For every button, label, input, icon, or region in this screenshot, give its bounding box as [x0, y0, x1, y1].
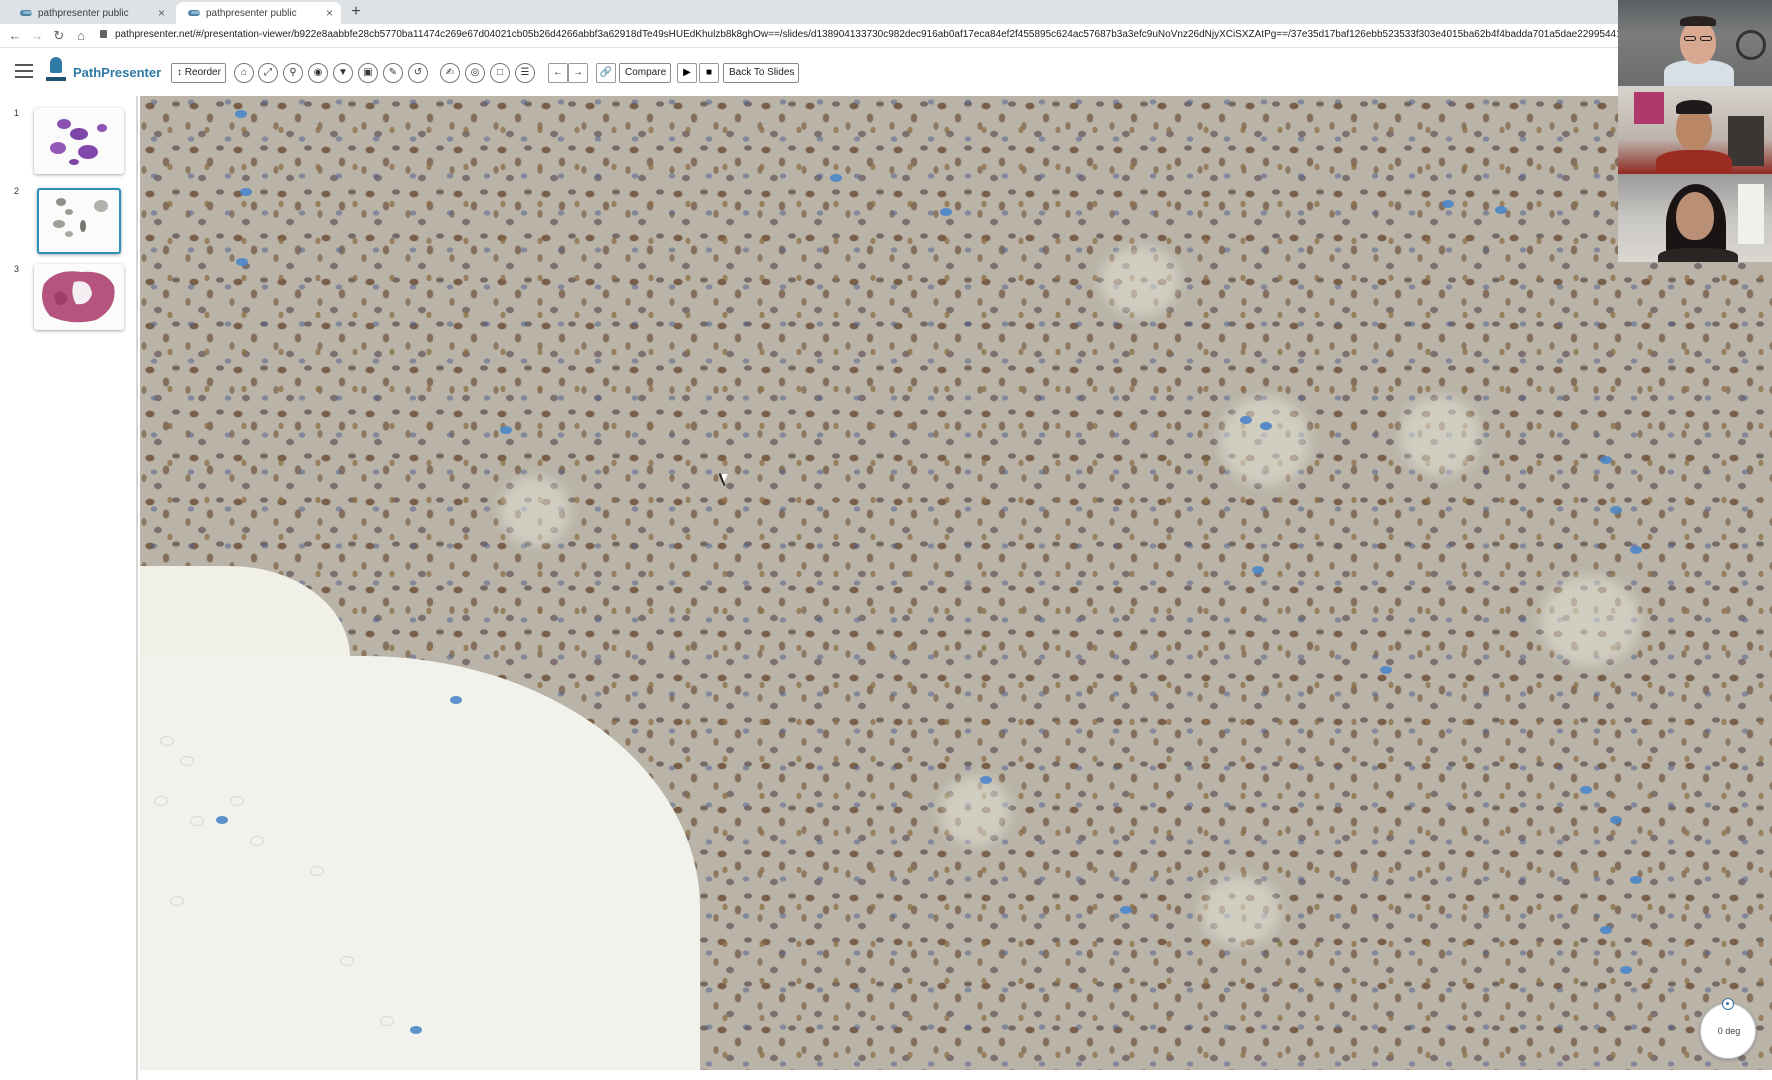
- close-tab-icon[interactable]: ×: [326, 6, 333, 20]
- video-icon[interactable]: ▶: [677, 63, 697, 83]
- monitor-icon[interactable]: ▣: [358, 63, 378, 83]
- stroma-region: [1200, 876, 1280, 946]
- address-bar: ← → ↻ ⌂ pathpresenter.net/#/presentation…: [0, 24, 1772, 48]
- reorder-label: Reorder: [184, 67, 221, 78]
- rotation-control[interactable]: 0 deg: [1700, 998, 1756, 1059]
- slide-number: 3: [14, 264, 20, 274]
- site-favicon-icon: [20, 10, 32, 16]
- stop-icon[interactable]: ■: [699, 63, 719, 83]
- stroma-region: [1220, 396, 1310, 486]
- slide-sidebar: 1 2 3: [0, 96, 138, 1080]
- slide-item-2[interactable]: 2: [0, 174, 138, 254]
- square-icon[interactable]: □: [490, 63, 510, 83]
- pathpresenter-logo-icon: [44, 57, 68, 87]
- slide-item-1[interactable]: 1: [0, 96, 138, 174]
- pen-icon[interactable]: ✎: [383, 63, 403, 83]
- home-icon[interactable]: ⌂: [234, 63, 254, 83]
- back-to-slides-button[interactable]: Back To Slides: [723, 63, 799, 83]
- new-tab-button[interactable]: +: [346, 2, 366, 22]
- fullscreen-icon[interactable]: ⤢: [258, 63, 278, 83]
- url-field[interactable]: pathpresenter.net/#/presentation-viewer/…: [100, 29, 1620, 40]
- list-icon[interactable]: ☰: [515, 63, 535, 83]
- video-tile-3: [1618, 174, 1772, 262]
- home-icon[interactable]: ⌂: [72, 27, 90, 45]
- annotate-icon[interactable]: ✍: [440, 63, 460, 83]
- rotation-label: 0 deg: [1717, 1026, 1741, 1036]
- compare-button[interactable]: Compare: [619, 63, 671, 83]
- stroma-region: [500, 476, 570, 546]
- video-tile-1: [1618, 0, 1772, 86]
- filter-icon[interactable]: ▼: [333, 63, 353, 83]
- tab-title: pathpresenter public: [38, 8, 129, 19]
- camera-icon[interactable]: ◉: [308, 63, 328, 83]
- reorder-button[interactable]: ↕ Reorder: [171, 63, 226, 83]
- slide-thumbnail-1[interactable]: [34, 108, 124, 174]
- stroma-region: [1400, 396, 1480, 476]
- stroma-region: [1100, 246, 1180, 316]
- slide-thumbnail-3[interactable]: [34, 264, 124, 330]
- slide-viewer[interactable]: [140, 96, 1772, 1070]
- slide-item-3[interactable]: 3: [0, 252, 138, 330]
- rotation-handle-icon[interactable]: [1722, 998, 1734, 1010]
- browser-tab-active[interactable]: pathpresenter public ×: [176, 2, 341, 24]
- stroma-region: [1540, 576, 1640, 666]
- slide-thumbnail-2[interactable]: [37, 188, 121, 254]
- zoom-icon[interactable]: ⚲: [283, 63, 303, 83]
- stroma-region: [940, 776, 1010, 846]
- menu-icon[interactable]: [15, 64, 33, 78]
- layers-icon[interactable]: ◎: [465, 63, 485, 83]
- tab-title: pathpresenter public: [206, 8, 297, 19]
- browser-tab-bar: pathpresenter public × pathpresenter pub…: [0, 0, 1772, 24]
- browser-tab[interactable]: pathpresenter public ×: [8, 2, 173, 24]
- lock-icon: [100, 30, 107, 38]
- close-tab-icon[interactable]: ×: [158, 6, 165, 20]
- app-toolbar: PathPresenter ↕ Reorder ⌂ ⤢ ⚲ ◉ ▼ ▣ ✎ ↺ …: [0, 48, 1772, 96]
- brand-name: PathPresenter: [73, 65, 162, 80]
- back-arrow-icon[interactable]: ←: [6, 27, 24, 45]
- url-text: pathpresenter.net/#/presentation-viewer/…: [115, 29, 1620, 40]
- site-favicon-icon: [188, 10, 200, 16]
- video-tile-2: [1618, 86, 1772, 174]
- mouse-cursor-icon: [722, 474, 728, 486]
- link-icon[interactable]: 🔗: [596, 63, 616, 83]
- arrow-left-icon[interactable]: ←: [548, 63, 568, 83]
- rotate-icon[interactable]: ↺: [408, 63, 428, 83]
- slide-number: 1: [14, 108, 20, 118]
- forward-arrow-icon[interactable]: →: [28, 27, 46, 45]
- arrow-right-icon[interactable]: →: [568, 63, 588, 83]
- reload-icon[interactable]: ↻: [50, 27, 68, 45]
- slide-number: 2: [14, 186, 20, 196]
